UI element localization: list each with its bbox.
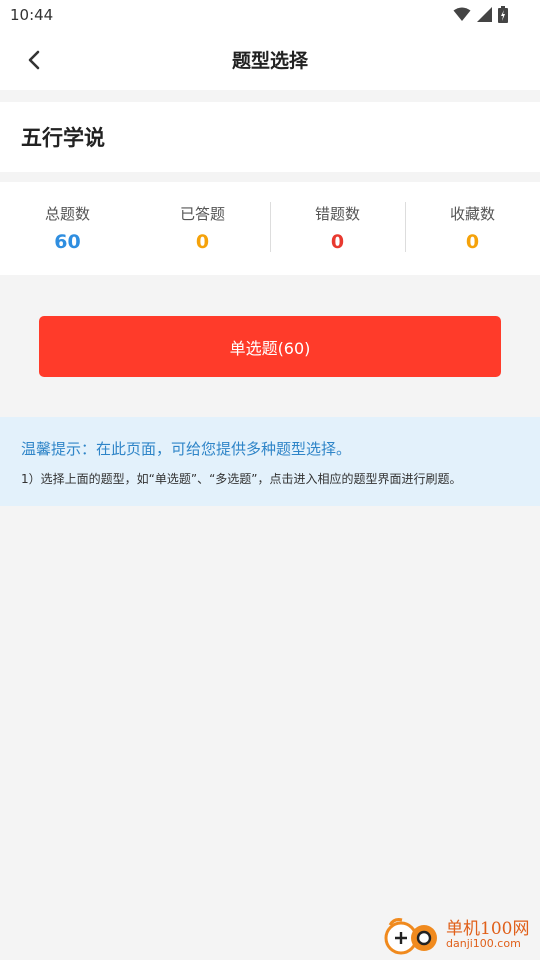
subject-card: 五行学说 (0, 102, 540, 172)
stat-wrong[interactable]: 错题数 0 (270, 182, 405, 275)
tips-panel: 温馨提示：在此页面，可给您提供多种题型选择。 1）选择上面的题型，如“单选题”、… (0, 417, 540, 506)
stat-label: 总题数 (44, 205, 90, 223)
stat-value: 60 (54, 231, 81, 253)
page-title: 题型选择 (231, 50, 308, 72)
stat-label: 收藏数 (449, 205, 495, 223)
subject-title: 五行学说 (21, 126, 105, 150)
watermark-subtext: danji100.com (446, 937, 521, 950)
stat-favorites[interactable]: 收藏数 0 (405, 182, 540, 275)
watermark-logo-icon (384, 916, 444, 960)
watermark: 单机100网 danji100.com (384, 912, 534, 958)
stat-label: 已答题 (179, 205, 225, 223)
stat-total: 总题数 60 (0, 182, 135, 275)
stat-value: 0 (195, 231, 210, 253)
nav-bar: 题型选择 (0, 32, 540, 90)
tips-title: 温馨提示：在此页面，可给您提供多种题型选择。 (21, 440, 352, 458)
stats-card: 总题数 60 已答题 0 错题数 0 收藏数 0 (0, 182, 540, 275)
stat-value: 0 (330, 231, 345, 253)
chevron-left-icon (27, 50, 41, 74)
single-choice-button[interactable]: 单选题(60) (39, 316, 501, 377)
battery-icon (498, 5, 508, 27)
signal-icon (477, 6, 492, 26)
stat-label: 错题数 (314, 205, 360, 223)
tips-body: 1）选择上面的题型，如“单选题”、“多选题”，点击进入相应的题型界面进行刷题。 (21, 472, 462, 486)
stat-value: 0 (465, 231, 480, 253)
stat-answered: 已答题 0 (135, 182, 270, 275)
status-bar: 10:44 (0, 0, 540, 32)
watermark-text: 单机100网 (446, 919, 530, 939)
status-icons (453, 5, 508, 27)
wifi-icon (453, 7, 471, 26)
status-time: 10:44 (10, 6, 54, 24)
back-button[interactable] (18, 46, 50, 78)
